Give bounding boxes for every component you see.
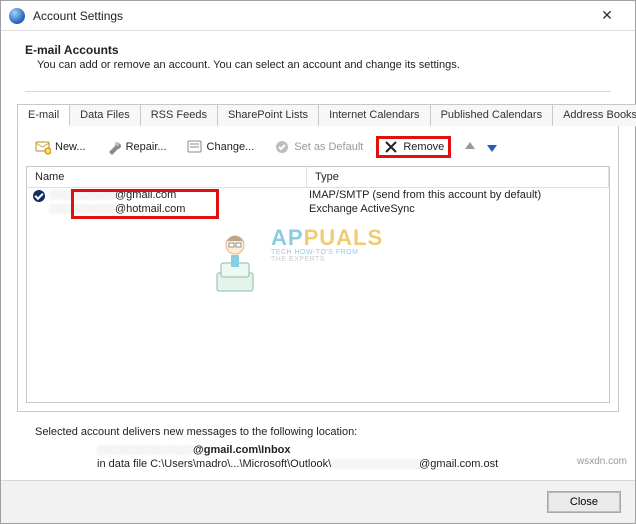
change-label: Change...: [207, 141, 255, 153]
dialog-footer: Close: [1, 480, 635, 523]
delivery-path-suffix: @gmail.com.ost: [419, 458, 498, 470]
remove-icon: [383, 139, 399, 155]
move-up-button[interactable]: [457, 136, 473, 158]
tabstrip: E-mail Data Files RSS Feeds SharePoint L…: [17, 104, 619, 126]
watermark: APPUALS TECH HOW-TO'S FROM THE EXPERTS: [227, 225, 437, 263]
tab-sharepoint-lists[interactable]: SharePoint Lists: [217, 104, 319, 126]
app-icon: [9, 8, 25, 24]
account-type: IMAP/SMTP (send from this account by def…: [301, 188, 609, 202]
arrow-up-icon: [464, 139, 476, 155]
column-type[interactable]: Type: [307, 167, 609, 187]
table-row[interactable]: @gmail.com IMAP/SMTP (send from this acc…: [27, 188, 609, 202]
delivery-location-suffix: @gmail.com\Inbox: [193, 444, 291, 456]
tab-address-books[interactable]: Address Books: [552, 104, 636, 126]
tab-area: E-mail Data Files RSS Feeds SharePoint L…: [1, 102, 635, 480]
tab-published-calendars[interactable]: Published Calendars: [430, 104, 554, 126]
close-icon[interactable]: ✕: [587, 1, 627, 31]
tab-rss-feeds[interactable]: RSS Feeds: [140, 104, 218, 126]
redacted-path: [331, 459, 419, 469]
account-list[interactable]: Name Type @gmail.com IMAP/SMTP (send fro…: [26, 166, 610, 403]
header-section: E-mail Accounts You can add or remove an…: [1, 31, 635, 102]
delivery-intro: Selected account delivers new messages t…: [17, 412, 619, 438]
change-account-button[interactable]: Change...: [180, 136, 262, 158]
account-type: Exchange ActiveSync: [301, 202, 609, 216]
toolbar: New... Repair... Change...: [26, 134, 610, 166]
divider: [25, 91, 611, 92]
source-tag: wsxdn.com: [577, 456, 627, 467]
remove-label: Remove: [403, 141, 444, 153]
account-name-suffix: @hotmail.com: [115, 203, 185, 215]
column-name[interactable]: Name: [27, 167, 307, 187]
table-row[interactable]: @hotmail.com Exchange ActiveSync: [27, 202, 609, 216]
set-default-button[interactable]: Set as Default: [267, 136, 370, 158]
close-button[interactable]: Close: [547, 491, 621, 513]
account-name-suffix: @gmail.com: [115, 189, 176, 201]
default-account-icon: [27, 188, 41, 202]
list-rows: @gmail.com IMAP/SMTP (send from this acc…: [27, 188, 609, 216]
list-header: Name Type: [27, 167, 609, 188]
mascot-icon: [209, 233, 269, 303]
tab-email[interactable]: E-mail: [17, 104, 70, 126]
tab-content-email: New... Repair... Change...: [17, 125, 619, 412]
new-account-button[interactable]: New...: [28, 136, 93, 158]
delivery-detail: @gmail.com\Inbox in data file C:\Users\m…: [17, 438, 619, 480]
repair-label: Repair...: [126, 141, 167, 153]
move-down-button[interactable]: [479, 136, 495, 158]
redacted-name: [49, 190, 115, 200]
repair-account-button[interactable]: Repair...: [99, 136, 174, 158]
header-title: E-mail Accounts: [25, 43, 611, 57]
new-label: New...: [55, 141, 86, 153]
titlebar: Account Settings ✕: [1, 1, 635, 31]
account-settings-window: Account Settings ✕ E-mail Accounts You c…: [0, 0, 636, 524]
redacted-email: [97, 445, 193, 455]
change-icon: [187, 139, 203, 155]
tab-internet-calendars[interactable]: Internet Calendars: [318, 104, 431, 126]
check-circle-icon: [274, 139, 290, 155]
remove-account-button[interactable]: Remove: [376, 136, 451, 158]
tab-data-files[interactable]: Data Files: [69, 104, 141, 126]
window-title: Account Settings: [33, 9, 123, 23]
delivery-path-prefix: in data file C:\Users\madro\...\Microsof…: [97, 458, 331, 470]
header-description: You can add or remove an account. You ca…: [25, 59, 611, 71]
set-default-label: Set as Default: [294, 141, 363, 153]
mail-new-icon: [35, 139, 51, 155]
redacted-name: [49, 204, 115, 214]
arrow-down-icon: [486, 139, 498, 155]
repair-icon: [106, 139, 122, 155]
